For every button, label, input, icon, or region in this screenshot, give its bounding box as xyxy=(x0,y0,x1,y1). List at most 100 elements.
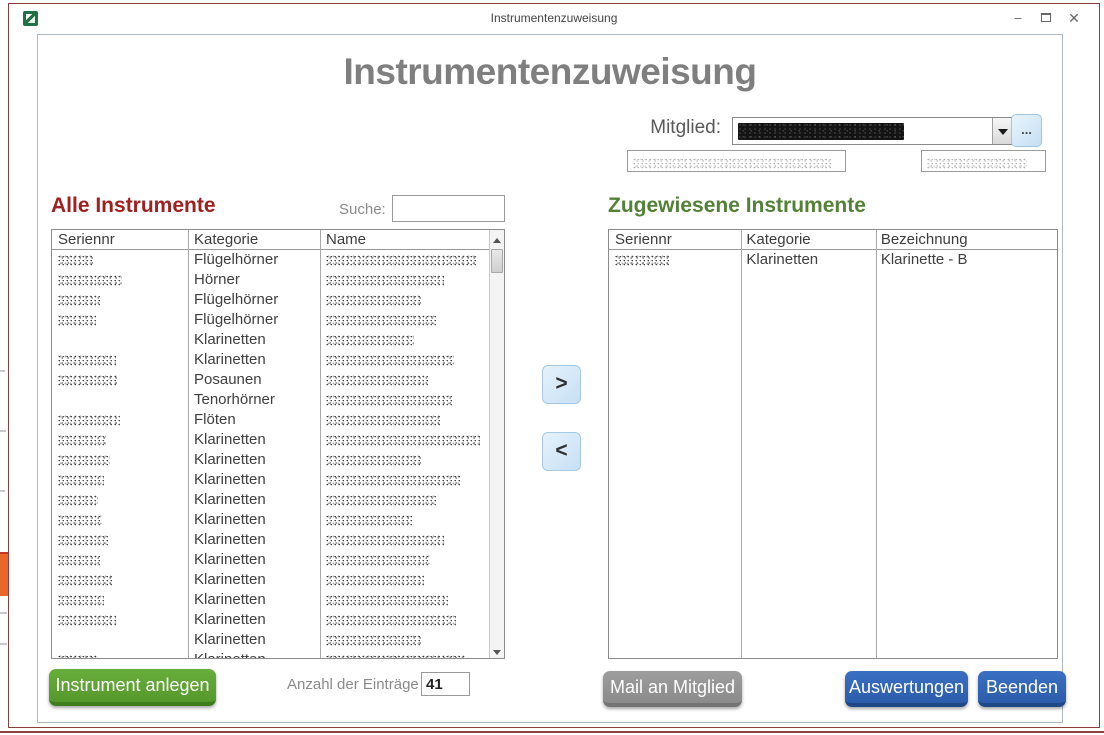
scroll-down-button[interactable] xyxy=(490,642,504,658)
arrow-down-icon xyxy=(493,650,501,655)
column-header-seriennr[interactable]: Seriennr xyxy=(609,230,740,249)
unassign-instrument-button[interactable]: < xyxy=(542,432,581,471)
table-row[interactable]: Klarinetten xyxy=(52,530,504,550)
entry-count-field[interactable] xyxy=(421,672,470,696)
table-row[interactable]: Flügelhörner xyxy=(52,310,504,330)
scroll-up-button[interactable] xyxy=(490,230,504,246)
column-header-kategorie[interactable]: Kategorie xyxy=(188,230,320,249)
minimize-button[interactable]: – xyxy=(1007,9,1029,27)
table-row[interactable]: Klarinetten xyxy=(52,330,504,350)
combo-dropdown-button[interactable] xyxy=(992,118,1012,144)
table-row[interactable]: Klarinetten xyxy=(52,570,504,590)
table-row[interactable]: Klarinetten xyxy=(52,510,504,530)
table-cell xyxy=(52,630,188,650)
table-cell xyxy=(52,470,188,490)
background-window-fragment xyxy=(0,430,6,432)
close-button[interactable]: ✕ xyxy=(1063,9,1085,27)
table-cell xyxy=(320,650,491,659)
table-cell xyxy=(52,490,188,510)
table-row[interactable]: Flöten xyxy=(52,410,504,430)
table-cell xyxy=(320,330,491,350)
table-row[interactable]: Klarinetten xyxy=(52,490,504,510)
member-detail-field-1[interactable] xyxy=(627,150,846,172)
table-cell xyxy=(52,370,188,390)
search-label: Suche: xyxy=(339,201,386,218)
table-cell xyxy=(52,350,188,370)
table-row[interactable]: Klarinetten xyxy=(52,630,504,650)
redacted-text xyxy=(58,555,100,566)
assign-instrument-button[interactable]: > xyxy=(542,365,581,404)
column-header-seriennr[interactable]: Seriennr xyxy=(52,230,188,249)
table-cell xyxy=(52,430,188,450)
table-row[interactable]: Posaunen xyxy=(52,370,504,390)
member-combobox[interactable] xyxy=(732,117,1013,145)
redacted-text xyxy=(58,495,98,506)
redacted-text xyxy=(58,575,112,586)
table-cell xyxy=(609,250,740,270)
background-window-fragment xyxy=(0,612,7,614)
redacted-text xyxy=(326,575,424,586)
background-window-edge xyxy=(0,731,1104,733)
table-row[interactable]: Flügelhörner xyxy=(52,250,504,270)
scrollbar-thumb[interactable] xyxy=(491,249,503,273)
app-window: Instrumentenzuweisung – ✕ Instrumentenzu… xyxy=(8,3,1100,728)
column-header-kategorie[interactable]: Kategorie xyxy=(740,230,874,249)
table-cell xyxy=(320,430,491,450)
table-cell xyxy=(320,250,491,270)
member-browse-button[interactable]: ... xyxy=(1011,114,1042,147)
reports-button[interactable]: Auswertungen xyxy=(845,671,968,707)
table-cell: Klarinetten xyxy=(740,250,874,270)
table-cell xyxy=(52,590,188,610)
redacted-text xyxy=(326,475,460,486)
redacted-text xyxy=(58,355,116,366)
table-cell xyxy=(52,270,188,290)
table-cell xyxy=(52,510,188,530)
redacted-text xyxy=(326,295,422,306)
column-header-bezeichnung[interactable]: Bezeichnung xyxy=(875,230,1057,249)
maximize-button[interactable] xyxy=(1035,9,1057,27)
table-cell: Klarinetten xyxy=(188,630,320,650)
background-window-fragment xyxy=(0,370,5,372)
table-cell: Klarinetten xyxy=(188,650,320,659)
create-instrument-button[interactable]: Instrument anlegen xyxy=(49,669,216,706)
table-row[interactable]: Klarinetten xyxy=(52,590,504,610)
vertical-scrollbar[interactable] xyxy=(489,230,504,658)
redacted-text xyxy=(58,515,102,526)
table-cell: Klarinetten xyxy=(188,570,320,590)
table-row[interactable]: Hörner xyxy=(52,270,504,290)
window-title: Instrumentenzuweisung xyxy=(9,11,1099,25)
entry-count-label: Anzahl der Einträge xyxy=(287,676,419,693)
table-header: Seriennr Kategorie Name xyxy=(52,230,504,250)
table-row[interactable]: Klarinetten xyxy=(52,450,504,470)
table-row[interactable]: Flügelhörner xyxy=(52,290,504,310)
page-title: Instrumentenzuweisung xyxy=(37,51,1063,93)
table-header: Seriennr Kategorie Bezeichnung xyxy=(609,230,1057,250)
table-cell: Klarinetten xyxy=(188,550,320,570)
table-cell xyxy=(52,570,188,590)
table-cell xyxy=(52,410,188,430)
redacted-text xyxy=(58,415,120,426)
table-row[interactable]: Klarinetten xyxy=(52,470,504,490)
table-cell: Klarinetten xyxy=(188,470,320,490)
member-detail-field-2[interactable] xyxy=(921,150,1046,172)
mail-to-member-button[interactable]: Mail an Mitglied xyxy=(603,671,742,707)
table-row[interactable]: Klarinetten xyxy=(52,550,504,570)
column-header-name[interactable]: Name xyxy=(320,230,491,249)
title-bar[interactable]: Instrumentenzuweisung – ✕ xyxy=(9,4,1099,32)
redacted-text xyxy=(326,395,452,406)
column-divider xyxy=(320,230,321,658)
search-input[interactable] xyxy=(392,195,505,222)
table-cell xyxy=(320,290,491,310)
quit-button[interactable]: Beenden xyxy=(978,671,1066,707)
table-cell xyxy=(52,290,188,310)
table-row[interactable]: Klarinetten xyxy=(52,350,504,370)
redacted-text xyxy=(326,615,456,626)
table-row[interactable]: Klarinetten xyxy=(52,430,504,450)
redacted-text xyxy=(58,535,108,546)
table-row[interactable]: Klarinetten xyxy=(52,650,504,659)
table-row[interactable]: Klarinetten xyxy=(52,610,504,630)
table-row[interactable]: KlarinettenKlarinette - B xyxy=(609,250,1057,270)
table-row[interactable]: Tenorhörner xyxy=(52,390,504,410)
table-cell: Klarinetten xyxy=(188,330,320,350)
table-cell xyxy=(320,370,491,390)
